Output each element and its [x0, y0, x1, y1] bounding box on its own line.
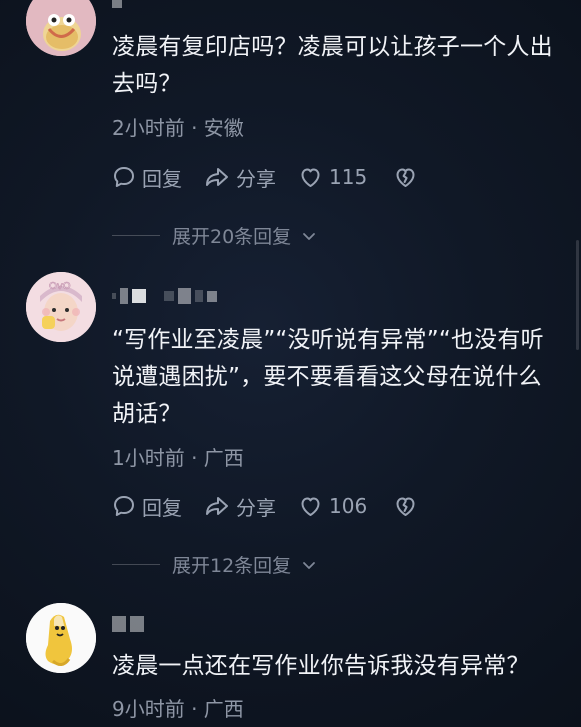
comment-text: 凌晨一点还在写作业你告诉我没有异常？ — [112, 653, 530, 679]
dislike-button[interactable] — [393, 165, 418, 189]
chevron-down-icon — [301, 228, 317, 244]
share-arrow-icon — [204, 165, 230, 189]
broken-heart-icon — [393, 494, 418, 518]
reply-button[interactable]: 回复 — [112, 163, 182, 192]
comment-meta: 2小时前 · 安徽 — [112, 116, 244, 140]
like-button[interactable]: 106 — [298, 494, 367, 518]
heart-outline-icon — [298, 165, 323, 189]
like-count: 106 — [329, 494, 368, 518]
username-mask[interactable] — [112, 286, 217, 306]
share-arrow-icon — [204, 494, 230, 518]
comment-text: 凌晨有复印店吗？凌晨可以让孩子一个人出去吗？ — [112, 34, 553, 97]
speech-bubble-icon — [112, 165, 136, 189]
expand-replies-button[interactable]: 展开20条回复 — [112, 222, 317, 249]
avatar[interactable] — [26, 0, 96, 56]
reply-button[interactable]: 回复 — [112, 492, 182, 521]
expand-replies-label: 展开12条回复 — [172, 555, 292, 577]
divider-line — [112, 235, 160, 236]
username-mask[interactable] — [112, 0, 122, 12]
comment-feed: 凌晨有复印店吗？凌晨可以让孩子一个人出去吗？ 2小时前 · 安徽 回复 分享 1… — [0, 0, 581, 727]
scrollbar[interactable] — [576, 240, 579, 350]
comment-text: “写作业至凌晨”“没听说有异常”“也没有听说遭遇困扰”，要不要看看这父母在说什么… — [112, 327, 544, 427]
comment-meta: 1小时前 · 广西 — [112, 446, 244, 470]
expand-replies-label: 展开20条回复 — [172, 226, 292, 248]
comment-actions: 回复 分享 115 — [112, 163, 418, 191]
speech-bubble-icon — [112, 494, 136, 518]
reply-label: 回复 — [142, 166, 182, 191]
reply-label: 回复 — [142, 495, 182, 520]
like-count: 115 — [329, 165, 368, 189]
comment-actions: 回复 分享 106 — [112, 492, 418, 520]
comment-meta: 9小时前 · 广西 — [112, 697, 244, 721]
chevron-down-icon — [301, 557, 317, 573]
divider-line — [112, 564, 160, 565]
svg-text:OvO: OvO — [49, 281, 71, 292]
share-label: 分享 — [236, 495, 276, 520]
expand-replies-button[interactable]: 展开12条回复 — [112, 551, 317, 578]
username-mask[interactable] — [112, 614, 144, 634]
share-button[interactable]: 分享 — [204, 163, 276, 192]
heart-outline-icon — [298, 494, 323, 518]
avatar[interactable] — [26, 603, 96, 673]
dislike-button[interactable] — [393, 494, 418, 518]
avatar[interactable]: OvO — [26, 272, 96, 342]
share-label: 分享 — [236, 166, 276, 191]
share-button[interactable]: 分享 — [204, 492, 276, 521]
broken-heart-icon — [393, 165, 418, 189]
like-button[interactable]: 115 — [298, 165, 367, 189]
